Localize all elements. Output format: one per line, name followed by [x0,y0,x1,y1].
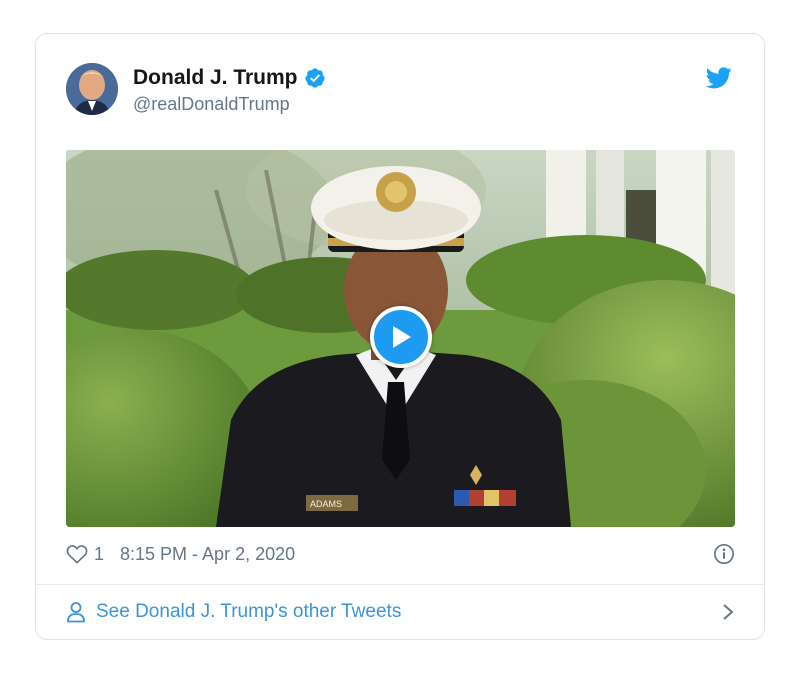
nameplate-text: ADAMS [310,499,342,509]
tweet-meta-row: 1 8:15 PM - Apr 2, 2020 [66,539,735,569]
see-other-tweets-link[interactable]: See Donald J. Trump's other Tweets [66,597,735,627]
see-other-tweets-label: See Donald J. Trump's other Tweets [96,601,402,622]
author-handle[interactable]: @realDonaldTrump [133,94,326,115]
card-divider [36,584,764,585]
author-name-row: Donald J. Trump [133,66,326,90]
author-name[interactable]: Donald J. Trump [133,66,298,90]
like-count: 1 [94,543,105,564]
play-button[interactable] [370,306,432,368]
play-icon [393,326,411,348]
tweet-video[interactable]: ADAMS [66,150,735,527]
tweet-timestamp[interactable]: 8:15 PM - Apr 2, 2020 [120,544,295,565]
person-icon [67,602,85,623]
chevron-right-icon[interactable] [721,603,735,621]
info-icon[interactable] [713,543,735,565]
tweet-embed-card: Donald J. Trump @realDonaldTrump ADAMS 1… [35,33,765,640]
author-avatar[interactable] [66,63,118,115]
verified-badge-icon [304,68,325,88]
author-block: Donald J. Trump @realDonaldTrump [133,66,326,115]
twitter-bird-icon[interactable] [706,67,732,89]
like-button[interactable]: 1 [66,544,120,565]
heart-icon [66,545,88,564]
